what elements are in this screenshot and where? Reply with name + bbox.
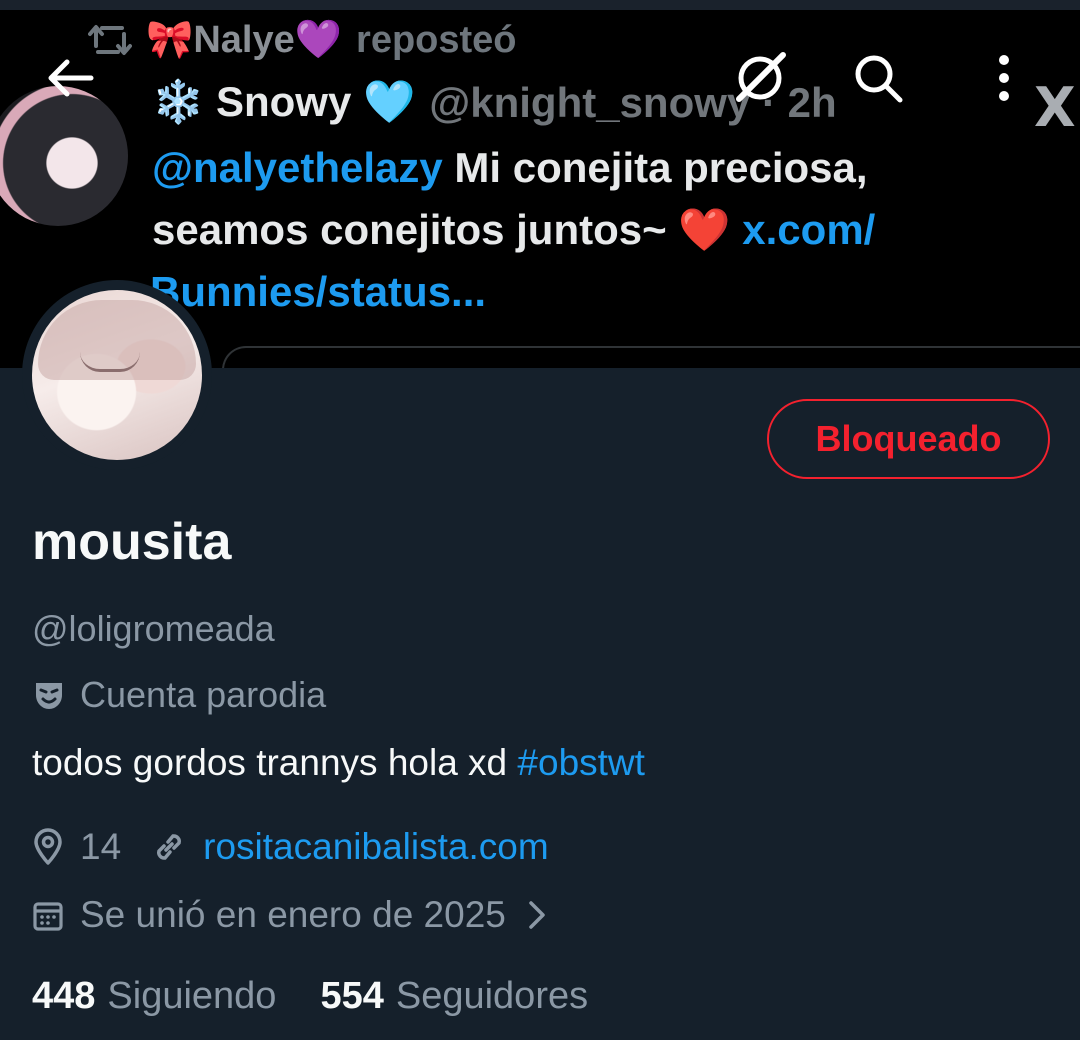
repost-suffix: reposteó — [356, 18, 517, 61]
x-logo: X — [1034, 76, 1076, 139]
tweet-text-1: Mi conejita preciosa, — [442, 144, 868, 191]
tweet-link-1: x.com/ — [730, 206, 876, 253]
embedded-card-edge — [222, 346, 1080, 368]
bio-text: todos gordos trannys hola xd — [32, 742, 518, 783]
status-strip — [0, 0, 1080, 10]
search-button[interactable] — [846, 46, 910, 110]
following-label[interactable]: Siguiendo — [107, 975, 276, 1018]
follow-stats: 448 Siguiendo 554 Seguidores — [32, 975, 588, 1018]
tweet-mention: @nalyethelazy — [152, 144, 443, 191]
joined-row[interactable]: Se unió en enero de 2025 — [32, 894, 546, 936]
grok-icon — [731, 49, 789, 107]
bio-hashtag[interactable]: #obstwt — [517, 742, 645, 783]
username: @loligromeada — [32, 608, 275, 649]
profile-meta-row: 14 rositacanibalista.com — [32, 826, 549, 868]
back-button[interactable] — [38, 46, 102, 110]
tweet-text-2: seamos conejitos juntos~ — [152, 206, 679, 253]
location-icon — [32, 828, 64, 866]
link-icon — [151, 829, 187, 865]
bio: todos gordos trannys hola xd #obstwt — [32, 742, 645, 784]
more-button[interactable] — [972, 46, 1036, 110]
joined-date: Se unió en enero de 2025 — [80, 894, 506, 935]
banner-tweet-line-2: seamos conejitos juntos~ ❤️ x.com/ — [152, 206, 875, 255]
grok-button[interactable] — [728, 46, 792, 110]
heart-emoji: ❤️ — [678, 206, 731, 253]
followers-count[interactable]: 554 — [320, 975, 383, 1018]
following-count[interactable]: 448 — [32, 975, 95, 1018]
calendar-icon — [32, 898, 64, 932]
theater-mask-icon — [32, 678, 66, 712]
blocked-button[interactable]: Bloqueado — [767, 399, 1050, 479]
arrow-left-icon — [45, 58, 95, 98]
parody-label: Cuenta parodia — [32, 674, 326, 716]
parody-text: Cuenta parodia — [80, 674, 327, 715]
banner-author-name: ❄️ Snowy 🩵 — [152, 78, 416, 125]
tweet-link-2: Bunnies/status... — [150, 268, 487, 315]
chevron-right-icon — [528, 900, 546, 930]
repost-name: 🎀Nalye💜 — [146, 19, 343, 61]
banner-tweet-line-1: @nalyethelazy Mi conejita preciosa, — [152, 144, 868, 192]
followers-label[interactable]: Seguidores — [396, 975, 588, 1018]
more-vertical-icon — [997, 53, 1011, 103]
website-link[interactable]: rositacanibalista.com — [203, 826, 548, 868]
search-icon — [851, 51, 905, 105]
location-value: 14 — [80, 826, 122, 867]
banner-tweet-line-3: Bunnies/status... — [150, 268, 486, 316]
display-name: mousita — [32, 513, 232, 571]
profile-avatar[interactable] — [32, 290, 202, 460]
repost-line: 🎀Nalye💜 reposteó — [88, 18, 517, 62]
